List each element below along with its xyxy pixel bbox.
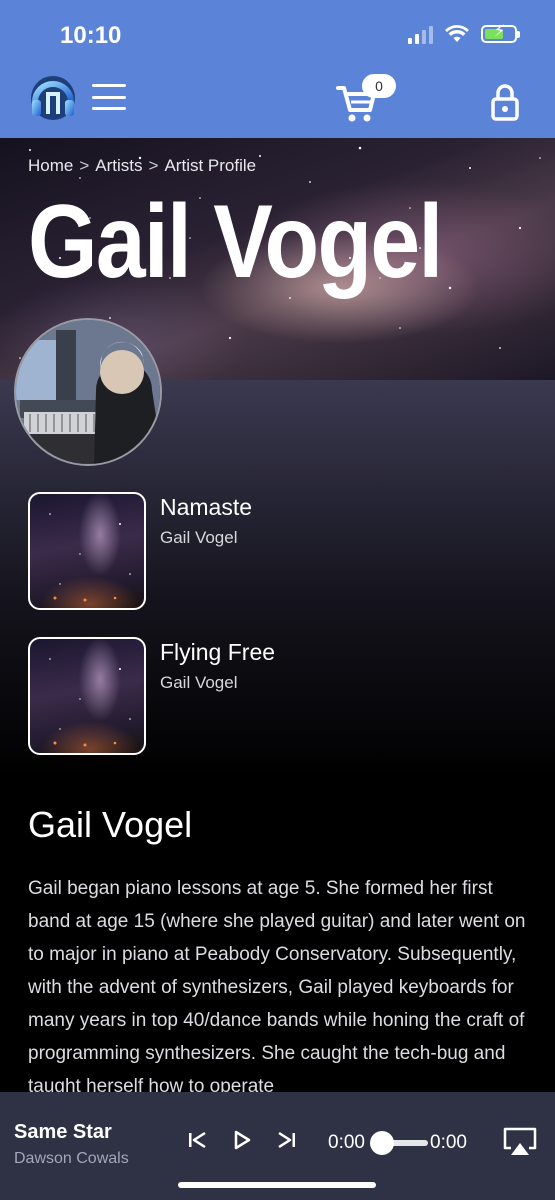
breadcrumb: Home > Artists > Artist Profile [28, 156, 256, 176]
track-title[interactable]: Namaste [160, 494, 252, 521]
time-elapsed: 0:00 [328, 1132, 365, 1153]
bio-text: Gail began piano lessons at age 5. She f… [28, 878, 526, 1094]
wifi-icon [445, 25, 469, 42]
artist-avatar [14, 318, 162, 466]
breadcrumb-home-link[interactable]: Home [28, 156, 73, 176]
breadcrumb-current: Artist Profile [164, 156, 257, 175]
airplay-icon[interactable] [502, 1126, 538, 1158]
status-icons: ⚡ [408, 24, 520, 44]
app-header [0, 0, 555, 138]
track-title[interactable]: Flying Free [160, 639, 275, 666]
track-artist: Gail Vogel [160, 528, 238, 547]
track-artist: Gail Vogel [160, 673, 238, 692]
now-playing-artist: Dawson Cowals [14, 1150, 129, 1167]
battery-icon: ⚡ [481, 24, 520, 43]
status-time: 10:10 [60, 22, 122, 49]
now-playing-title: Same Star [14, 1121, 112, 1143]
skip-previous-icon[interactable] [186, 1128, 210, 1152]
breadcrumb-separator: > [79, 156, 90, 175]
bio-heading: Gail Vogel [28, 804, 193, 845]
hamburger-menu-icon[interactable] [92, 84, 126, 110]
lock-icon[interactable] [490, 82, 520, 122]
album-cover-image[interactable] [28, 637, 146, 755]
breadcrumb-artists-link[interactable]: Artists [95, 156, 142, 176]
time-total: 0:00 [430, 1132, 467, 1153]
cart-count-badge: 0 [362, 74, 396, 98]
home-indicator [178, 1182, 376, 1188]
play-icon[interactable] [230, 1128, 254, 1152]
skip-next-icon[interactable] [274, 1128, 298, 1152]
artist-name-title: Gail Vogel [28, 184, 443, 300]
seek-knob[interactable] [370, 1131, 394, 1155]
headphones-logo-icon[interactable] [26, 72, 80, 122]
album-cover-image[interactable] [28, 492, 146, 610]
signal-icon [408, 24, 433, 44]
breadcrumb-separator: > [148, 156, 159, 175]
